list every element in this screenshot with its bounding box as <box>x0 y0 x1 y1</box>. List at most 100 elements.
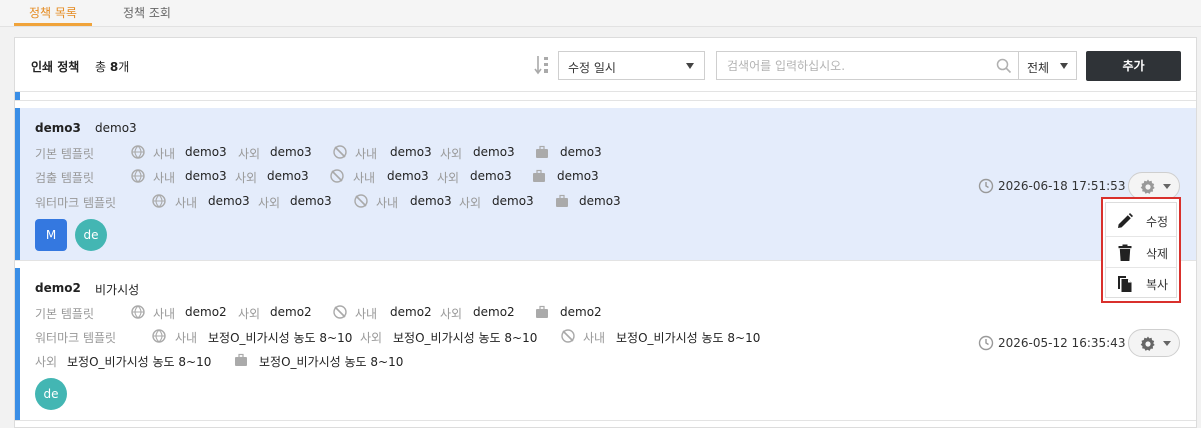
internal-label: 사내 <box>376 196 399 210</box>
template-value: demo3 <box>185 169 227 183</box>
template-value: demo3 <box>267 169 309 183</box>
tab-policy-view[interactable]: 정책 조회 <box>108 4 186 26</box>
globe-icon <box>152 329 166 343</box>
template-value: demo3 <box>290 194 332 208</box>
briefcase-icon <box>533 169 545 182</box>
search-box: 전체 <box>716 51 1077 80</box>
watermark-template-label: 워터마크 템플릿 <box>35 196 117 210</box>
count-suffix: 개 <box>118 60 130 74</box>
globe-icon <box>131 145 145 159</box>
filter-select[interactable]: 전체 <box>1018 52 1077 79</box>
external-label: 사외 <box>35 355 58 369</box>
tab-policy-list[interactable]: 정책 목록 <box>14 4 92 26</box>
template-value: demo3 <box>410 194 452 208</box>
gear-icon <box>1140 179 1155 194</box>
internal-label: 사내 <box>153 147 176 161</box>
external-label: 사외 <box>238 307 261 321</box>
policy-description: 비가시성 <box>95 283 140 297</box>
policy-count: 총 8개 <box>95 58 129 75</box>
internal-label: 사내 <box>355 147 378 161</box>
template-value: 보정O_비가시성 농도 8~10 <box>208 331 353 345</box>
chevron-down-icon <box>686 63 694 69</box>
globe-icon <box>131 169 145 183</box>
edit-menu-item[interactable]: 수정 <box>1106 205 1176 235</box>
template-value: demo3 <box>387 169 429 183</box>
internal-label: 사내 <box>355 307 378 321</box>
policy-name: demo2 <box>35 281 81 295</box>
sort-order-icon[interactable] <box>534 54 554 76</box>
filter-select-value: 전체 <box>1027 61 1050 75</box>
menu-item-label: 수정 <box>1146 215 1169 229</box>
policy-panel: 인쇄 정책 총 8개 수정 일시 전체 추가 demo3 demo3 기본 템플… <box>14 37 1197 428</box>
globe-off-icon <box>333 305 347 319</box>
delete-menu-item[interactable]: 삭제 <box>1106 237 1176 267</box>
template-value: demo3 <box>492 194 534 208</box>
template-value: demo3 <box>473 145 515 159</box>
settings-dropdown-button[interactable] <box>1128 172 1180 200</box>
trash-icon <box>1118 244 1132 261</box>
template-value: demo3 <box>270 145 312 159</box>
divider <box>15 100 1196 101</box>
policy-description: demo3 <box>95 121 137 135</box>
avatar[interactable]: M <box>35 219 67 251</box>
template-value: demo2 <box>473 305 515 319</box>
chevron-down-icon <box>1163 341 1171 346</box>
internal-label: 사내 <box>153 307 176 321</box>
copy-menu-item[interactable]: 복사 <box>1106 268 1176 298</box>
external-label: 사외 <box>238 147 261 161</box>
external-label: 사외 <box>459 196 482 210</box>
template-value: demo2 <box>560 305 602 319</box>
template-value: demo3 <box>557 169 599 183</box>
sort-select-value: 수정 일시 <box>568 61 616 75</box>
count-value: 8 <box>109 60 119 74</box>
add-button[interactable]: 추가 <box>1086 51 1181 81</box>
detect-template-label: 검출 템플릿 <box>35 171 95 185</box>
policy-name: demo3 <box>35 121 81 135</box>
template-value: demo3 <box>579 194 621 208</box>
template-value: 보정O_비가시성 농도 8~10 <box>67 355 212 369</box>
briefcase-icon <box>556 194 568 207</box>
internal-label: 사내 <box>175 331 198 345</box>
modified-time: 2026-05-12 16:35:43 <box>998 336 1126 350</box>
briefcase-icon <box>235 353 247 366</box>
search-input[interactable] <box>717 52 1017 79</box>
divider <box>15 91 1196 92</box>
tab-bar: 정책 목록 정책 조회 <box>0 0 1201 27</box>
modified-time: 2026-06-18 17:51:53 <box>998 179 1126 193</box>
row-accent <box>15 268 20 420</box>
count-prefix: 총 <box>95 60 110 74</box>
template-value: demo3 <box>390 145 432 159</box>
base-template-label: 기본 템플릿 <box>35 307 95 321</box>
divider <box>15 260 1196 261</box>
menu-item-label: 복사 <box>1146 278 1169 292</box>
internal-label: 사내 <box>353 171 376 185</box>
template-value: demo2 <box>185 305 227 319</box>
context-menu-highlight: 수정 삭제 복사 <box>1101 197 1181 303</box>
avatar[interactable]: de <box>75 219 107 251</box>
context-menu: 수정 삭제 복사 <box>1105 202 1177 298</box>
globe-off-icon <box>354 194 368 208</box>
briefcase-icon <box>536 145 548 158</box>
template-value: demo2 <box>390 305 432 319</box>
template-value: demo3 <box>208 194 250 208</box>
external-label: 사외 <box>440 307 463 321</box>
clock-icon <box>978 178 994 194</box>
globe-off-icon <box>333 145 347 159</box>
policy-row-demo2[interactable]: demo2 비가시성 기본 템플릿 사내 demo2 사외 demo2 사내 d… <box>15 268 1196 420</box>
settings-dropdown-button[interactable] <box>1128 329 1180 357</box>
template-value: 보정O_비가시성 농도 8~10 <box>393 331 538 345</box>
chevron-down-icon <box>1163 184 1171 189</box>
external-label: 사외 <box>235 171 258 185</box>
policy-row-demo3[interactable]: demo3 demo3 기본 템플릿 사내 demo3 사외 demo3 사내 … <box>15 108 1196 260</box>
row-accent <box>15 108 20 260</box>
page-title: 인쇄 정책 <box>31 60 80 74</box>
search-icon[interactable] <box>996 58 1012 74</box>
sort-select[interactable]: 수정 일시 <box>558 51 705 80</box>
avatar[interactable]: de <box>35 378 67 410</box>
divider <box>15 420 1196 421</box>
internal-label: 사내 <box>175 196 198 210</box>
template-value: demo3 <box>185 145 227 159</box>
template-value: demo3 <box>470 169 512 183</box>
row-accent <box>15 92 20 100</box>
watermark-template-label: 워터마크 템플릿 <box>35 331 117 345</box>
